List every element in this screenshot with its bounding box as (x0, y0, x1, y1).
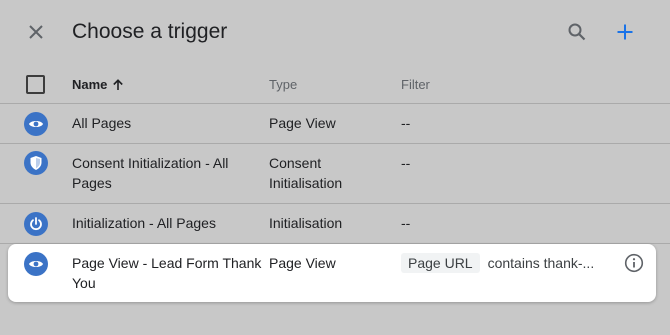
table-row[interactable]: All Pages Page View -- (0, 104, 670, 144)
trigger-filter: -- (401, 215, 411, 231)
select-all-checkbox[interactable] (26, 75, 45, 94)
eye-icon (24, 112, 48, 136)
arrow-up-icon (112, 78, 124, 91)
trigger-type: Consent Initialisation (269, 155, 343, 191)
close-button[interactable] (22, 18, 50, 46)
trigger-name: Page View - Lead Form Thank You (72, 255, 262, 291)
info-icon (624, 253, 644, 273)
column-header-type[interactable]: Type (269, 77, 297, 92)
page-title: Choose a trigger (72, 20, 228, 43)
shield-icon (24, 151, 48, 175)
trigger-type: Page View (269, 255, 336, 271)
table-header: Name Type Filter (0, 66, 670, 104)
table-row[interactable]: Consent Initialization - All Pages Conse… (0, 144, 670, 204)
close-icon (29, 25, 43, 39)
dialog-header: Choose a trigger (0, 0, 670, 66)
trigger-type: Page View (269, 115, 336, 131)
trigger-filter: -- (401, 155, 411, 171)
trigger-name: Consent Initialization - All Pages (72, 155, 229, 191)
trigger-name: All Pages (72, 115, 132, 131)
table-row-selected[interactable]: Page View - Lead Form Thank You Page Vie… (8, 244, 656, 302)
search-button[interactable] (563, 18, 591, 46)
column-header-filter[interactable]: Filter (401, 77, 430, 92)
filter-condition: contains thank-... (487, 255, 595, 271)
plus-icon (617, 24, 633, 40)
info-button[interactable] (624, 253, 644, 273)
trigger-filter: Page URL contains thank-... (401, 253, 594, 273)
trigger-filter: -- (401, 115, 411, 131)
power-icon (24, 212, 48, 236)
filter-variable-chip: Page URL (401, 253, 480, 273)
column-header-name-label: Name (72, 77, 108, 92)
column-header-name[interactable]: Name (72, 77, 124, 92)
eye-icon (24, 252, 48, 276)
table-row[interactable]: Initialization - All Pages Initialisatio… (0, 204, 670, 244)
trigger-name: Initialization - All Pages (72, 215, 216, 231)
search-icon (568, 23, 586, 41)
add-trigger-button[interactable] (611, 18, 639, 46)
trigger-type: Initialisation (269, 215, 343, 231)
